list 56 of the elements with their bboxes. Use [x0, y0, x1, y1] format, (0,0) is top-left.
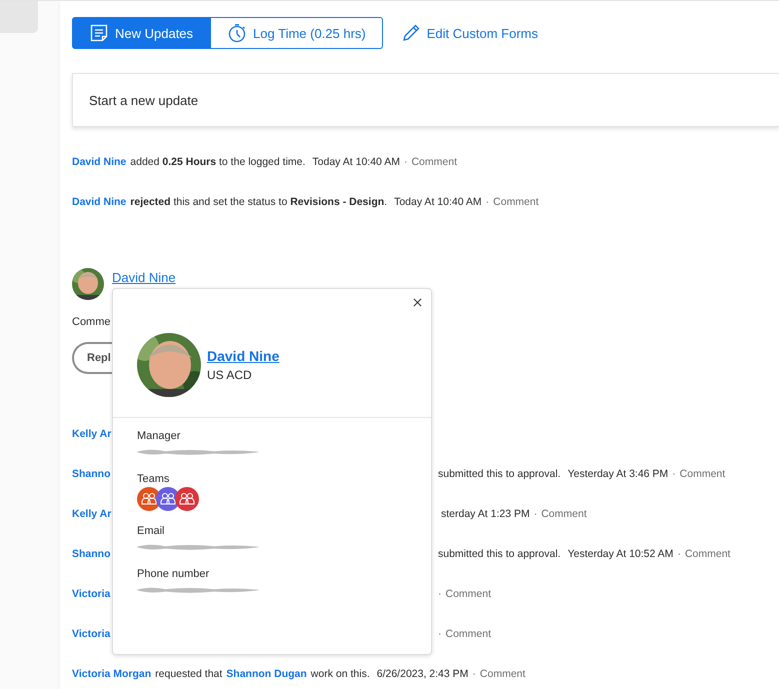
comment-link[interactable]: Comment [680, 468, 726, 480]
close-icon[interactable] [413, 298, 422, 307]
user-link[interactable]: Shanno [72, 468, 110, 480]
reply-button[interactable]: Repl [72, 342, 112, 374]
comment-link[interactable]: Comment [446, 628, 492, 640]
user-link[interactable]: Victoria [72, 628, 110, 640]
comment-text: Comme [72, 316, 112, 328]
comment-link[interactable]: Comment [684, 548, 730, 560]
activity-text: submitted this to approval. [438, 468, 561, 480]
separator-dot: · [438, 588, 442, 600]
user-link[interactable]: David Nine [72, 196, 126, 208]
user-title: US ACD [207, 368, 253, 382]
comment-link[interactable]: Comment [411, 156, 457, 168]
team-icon[interactable] [175, 487, 199, 511]
user-link[interactable]: Kelly Ar [72, 428, 112, 440]
user-link[interactable]: David Nine [112, 270, 176, 285]
field-label: Teams [137, 473, 170, 485]
comment-link[interactable]: Comment [446, 588, 492, 600]
tab[interactable]: New Updates [72, 17, 210, 49]
field-label: Email [137, 525, 166, 537]
activity-text: work on this. [310, 668, 370, 680]
user-link[interactable]: David Nine [207, 348, 280, 364]
user-link[interactable]: Shannon Dugan [226, 668, 307, 680]
user-link[interactable]: Victoria Morgan [72, 668, 152, 680]
user-link[interactable]: David Nine [72, 156, 126, 168]
activity-text: requested that [155, 668, 222, 680]
activity-text: submitted this to approval. [438, 548, 561, 560]
pencil-icon [400, 23, 421, 43]
note-icon [89, 23, 109, 43]
user-link[interactable]: Shanno [72, 548, 110, 560]
field-label: Manager [137, 430, 182, 442]
timestamp: sterday At 1:23 PM [441, 508, 530, 520]
separator-dot: · [486, 196, 490, 208]
user-link[interactable]: Kelly Ar [72, 508, 112, 520]
update-field[interactable]: Start a new update [72, 73, 779, 127]
separator-dot: · [677, 548, 681, 560]
comment-link[interactable]: Comment [480, 668, 526, 680]
separator-dot: · [404, 156, 408, 168]
field-label: Phone number [137, 568, 210, 580]
user-link[interactable]: Victoria [72, 588, 110, 600]
separator-dot: · [472, 668, 476, 680]
timestamp: Today At 10:40 AM [394, 196, 482, 208]
stopwatch-icon [227, 23, 248, 43]
timestamp: Yesterday At 3:46 PM [568, 468, 668, 480]
timestamp: Yesterday At 10:52 AM [568, 548, 674, 560]
timestamp: 6/26/2023, 2:43 PM [376, 668, 468, 680]
edit-link[interactable]: Edit Custom Forms [400, 23, 538, 43]
timestamp: Today At 10:40 AM [312, 156, 400, 168]
tab[interactable]: Log Time (0.25 hrs) [210, 17, 383, 49]
comment-link[interactable]: Comment [541, 508, 587, 520]
comment-link[interactable]: Comment [493, 196, 539, 208]
separator-dot: · [672, 468, 676, 480]
separator-dot: · [534, 508, 538, 520]
separator-dot: · [438, 628, 442, 640]
activity-text: rejected this and set the status to Revisions - Design. [130, 196, 388, 208]
activity-text: added 0.25 Hours to the logged time. [130, 156, 306, 168]
